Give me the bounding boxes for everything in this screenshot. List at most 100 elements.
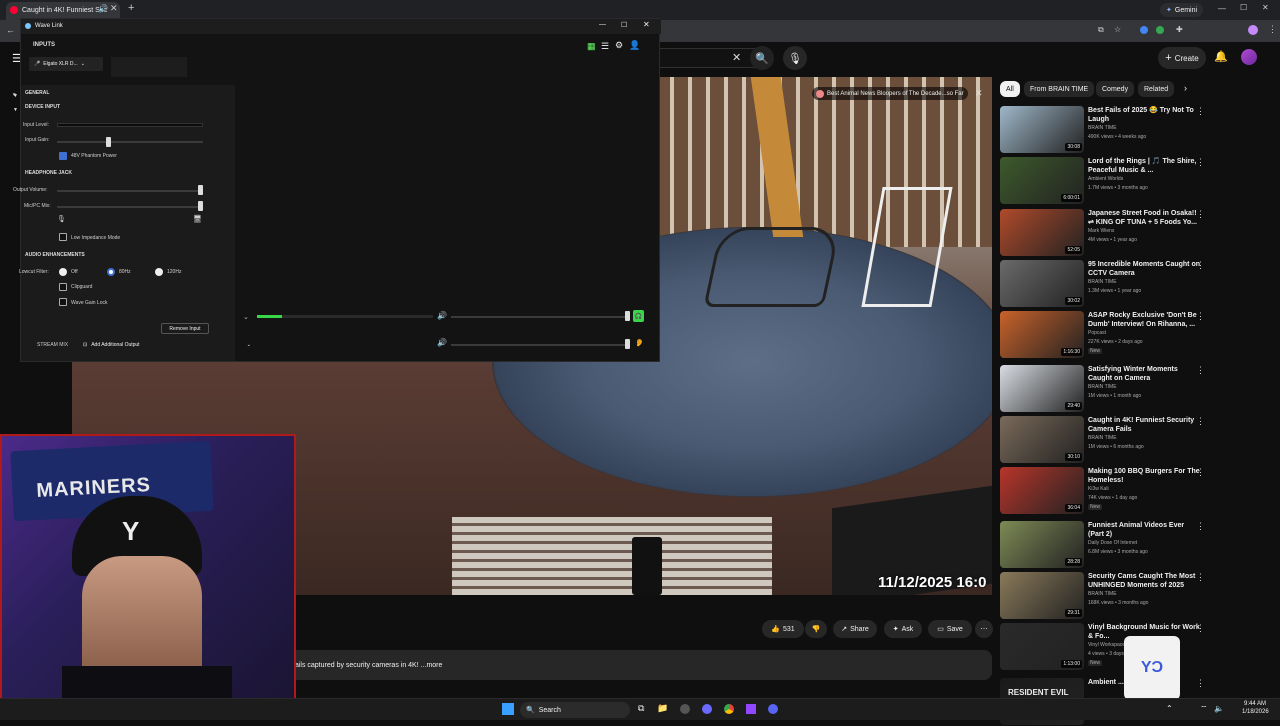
device-selector[interactable]: 🎤 Elgato XLR D... ⌄ [29,57,103,71]
recommendation-thumbnail[interactable]: 36:04 [1000,467,1084,514]
maximize-browser-icon[interactable]: ☐ [1240,3,1247,12]
recommendation-item[interactable]: 1:16:30 ASAP Rocky Exclusive 'Don't Be Du… [1000,311,1270,359]
input-gain-slider[interactable] [57,141,203,143]
wave-close-icon[interactable]: ✕ [643,20,650,29]
gemini-button[interactable]: ✦ Gemini [1160,3,1204,17]
recommendation-title[interactable]: Best Fails of 2025 😂 Try Not To Laugh [1088,106,1200,124]
notifications-bell-icon[interactable]: 🔔 [1214,50,1228,63]
gear-icon[interactable]: ⚙ [615,40,623,51]
monitor-mix-dropdown-icon[interactable]: ⌄ [243,313,249,321]
recommendation-channel[interactable]: BRAIN TIME [1088,591,1117,597]
low-impedance-checkbox[interactable] [59,233,67,241]
recommendation-item[interactable]: 6:00:01 Lord of the Rings | 🎵 The Shire, … [1000,157,1270,205]
recommendation-item[interactable]: 28:28 Funniest Animal Videos Ever (Part 2… [1000,521,1270,569]
recommendation-item[interactable]: 30:02 95 Incredible Moments Caught on CCT… [1000,260,1270,308]
wave-maximize-icon[interactable]: ☐ [621,21,627,29]
audio-enhancements-section-header[interactable]: AUDIO ENHANCEMENTS [25,252,85,258]
mic-pc-mix-slider[interactable] [57,206,203,208]
clock-date[interactable]: 1/18/2026 [1242,709,1269,715]
recommendation-item[interactable]: 30:08 Best Fails of 2025 😂 Try Not To Lau… [1000,106,1270,154]
device-input-toggle[interactable]: ▼ [13,107,18,113]
mic-pc-mix-knob[interactable] [198,201,203,211]
like-button[interactable]: 👍 531 [762,620,804,638]
recommendation-thumbnail[interactable]: 30:08 [1000,106,1084,153]
ask-button[interactable]: ✦ Ask [884,620,922,638]
phantom-power-checkbox[interactable] [59,152,67,160]
chip-comedy[interactable]: Comedy [1096,81,1135,97]
recommendation-channel[interactable]: Ambient Worlds [1088,176,1123,182]
mixer-settings-icon[interactable]: ☰ [601,41,609,52]
clear-search-icon[interactable]: ✕ [732,51,741,64]
recommendation-item[interactable]: 29:40 Satisfying Winter Moments Caught on… [1000,365,1270,413]
clipguard-checkbox[interactable] [59,283,67,291]
close-browser-icon[interactable]: ✕ [1262,3,1269,12]
chip-all[interactable]: All [1000,81,1020,97]
empty-input-slot[interactable] [111,57,187,77]
general-section-header[interactable]: GENERAL [25,90,49,96]
recommendation-title[interactable]: 95 Incredible Moments Caught on CCTV Cam… [1088,260,1200,278]
recommendation-title[interactable]: Making 100 BBQ Burgers For The Homeless! [1088,467,1200,485]
recommendation-thumbnail[interactable]: 29:31 [1000,572,1084,619]
monitor-volume-icon[interactable]: 🔊 [437,311,447,320]
stream-volume-icon[interactable]: 🔊 [437,338,447,347]
recommendation-thumbnail[interactable]: 52:05 [1000,209,1084,256]
more-options-icon[interactable]: ⋮ [1196,157,1205,168]
extensions-puzzle-icon[interactable]: ✚ [1176,25,1183,34]
recommendation-title[interactable]: Lord of the Rings | 🎵 The Shire, Peacefu… [1088,157,1200,175]
color-grid-icon[interactable]: ▦ [587,41,596,52]
more-actions-button[interactable]: ⋯ [975,620,993,638]
recommendation-item[interactable]: 30:10 Caught in 4K! Funniest Security Cam… [1000,416,1270,464]
browser-menu-icon[interactable]: ⋮ [1268,24,1277,35]
output-volume-knob[interactable] [198,185,203,195]
user-icon[interactable]: 👤 [629,40,640,51]
recommendation-title[interactable]: Funniest Animal Videos Ever (Part 2) [1088,521,1200,539]
create-button[interactable]: + Create [1158,47,1206,69]
monitor-mix-knob[interactable] [625,311,630,321]
general-chevron-icon[interactable]: ▾ [13,92,16,98]
recommendation-thumbnail[interactable]: 29:40 [1000,365,1084,412]
more-options-icon[interactable]: ⋮ [1196,623,1205,634]
stream-mix-knob[interactable] [625,339,630,349]
more-options-icon[interactable]: ⋮ [1196,260,1205,271]
recommendation-thumbnail[interactable]: 1:16:30 [1000,311,1084,358]
recommendation-channel[interactable]: BRAIN TIME [1088,384,1117,390]
wave-link-taskbar-icon[interactable] [702,704,712,714]
recommendation-title[interactable]: ASAP Rocky Exclusive 'Don't Be Dumb' Int… [1088,311,1200,329]
more-options-icon[interactable]: ⋮ [1196,416,1205,427]
recommendation-item[interactable]: 52:05 Japanese Street Food in Osaka!! ⇌ K… [1000,209,1270,257]
recommendation-title[interactable]: Caught in 4K! Funniest Security Camera F… [1088,416,1200,434]
monitor-mix-slider[interactable] [451,316,627,318]
voice-search-button[interactable]: 🎙 [783,46,807,70]
profile-avatar-icon[interactable] [1248,25,1258,35]
more-options-icon[interactable]: ⋮ [1196,678,1205,689]
recommendation-channel[interactable]: BRAIN TIME [1088,125,1117,131]
recommendation-channel[interactable]: Vinyl Workspace [1088,642,1125,648]
close-overlay-icon[interactable]: ✕ [975,88,983,99]
discord-taskbar-icon[interactable] [768,704,778,714]
extension-icon[interactable]: ⧉ [1098,25,1104,35]
more-options-icon[interactable]: ⋮ [1196,572,1205,583]
more-options-icon[interactable]: ⋮ [1196,467,1205,478]
recommendation-title[interactable]: Security Cams Caught The Most UNHINGED M… [1088,572,1200,590]
recommendation-channel[interactable]: BRAIN TIME [1088,279,1117,285]
chips-next-icon[interactable]: › [1184,83,1187,93]
recommendation-thumbnail[interactable]: 30:02 [1000,260,1084,307]
extension-green-icon[interactable] [1156,26,1164,34]
recommendation-channel[interactable]: Popcast [1088,330,1106,336]
lowcut-off-radio[interactable] [59,268,67,276]
headphone-jack-section-header[interactable]: HEADPHONE JACK [25,170,72,176]
recommendation-title[interactable]: Japanese Street Food in Osaka!! ⇌ KING O… [1088,209,1200,227]
add-output-dropdown[interactable]: ⊡ Add Additional Output ⌄ [83,339,251,351]
video-overlay-title[interactable]: Best Animal News Bloopers of The Decade.… [812,87,968,100]
recommendation-thumbnail[interactable]: 6:00:01 [1000,157,1084,204]
recommendation-channel[interactable]: Mark Wiens [1088,228,1114,234]
device-input-section-header[interactable]: DEVICE INPUT [25,104,60,110]
recommendation-title[interactable]: Satisfying Winter Moments Caught on Came… [1088,365,1200,383]
recommendation-thumbnail[interactable]: 28:28 [1000,521,1084,568]
account-avatar[interactable] [1241,49,1257,65]
more-options-icon[interactable]: ⋮ [1196,365,1205,376]
wave-gain-lock-checkbox[interactable] [59,298,67,306]
headphones-monitor-icon[interactable]: 🎧 [633,310,644,322]
tray-chevron-icon[interactable]: ⌃ [1166,704,1173,713]
recommendation-channel[interactable]: BRAIN TIME [1088,435,1117,441]
